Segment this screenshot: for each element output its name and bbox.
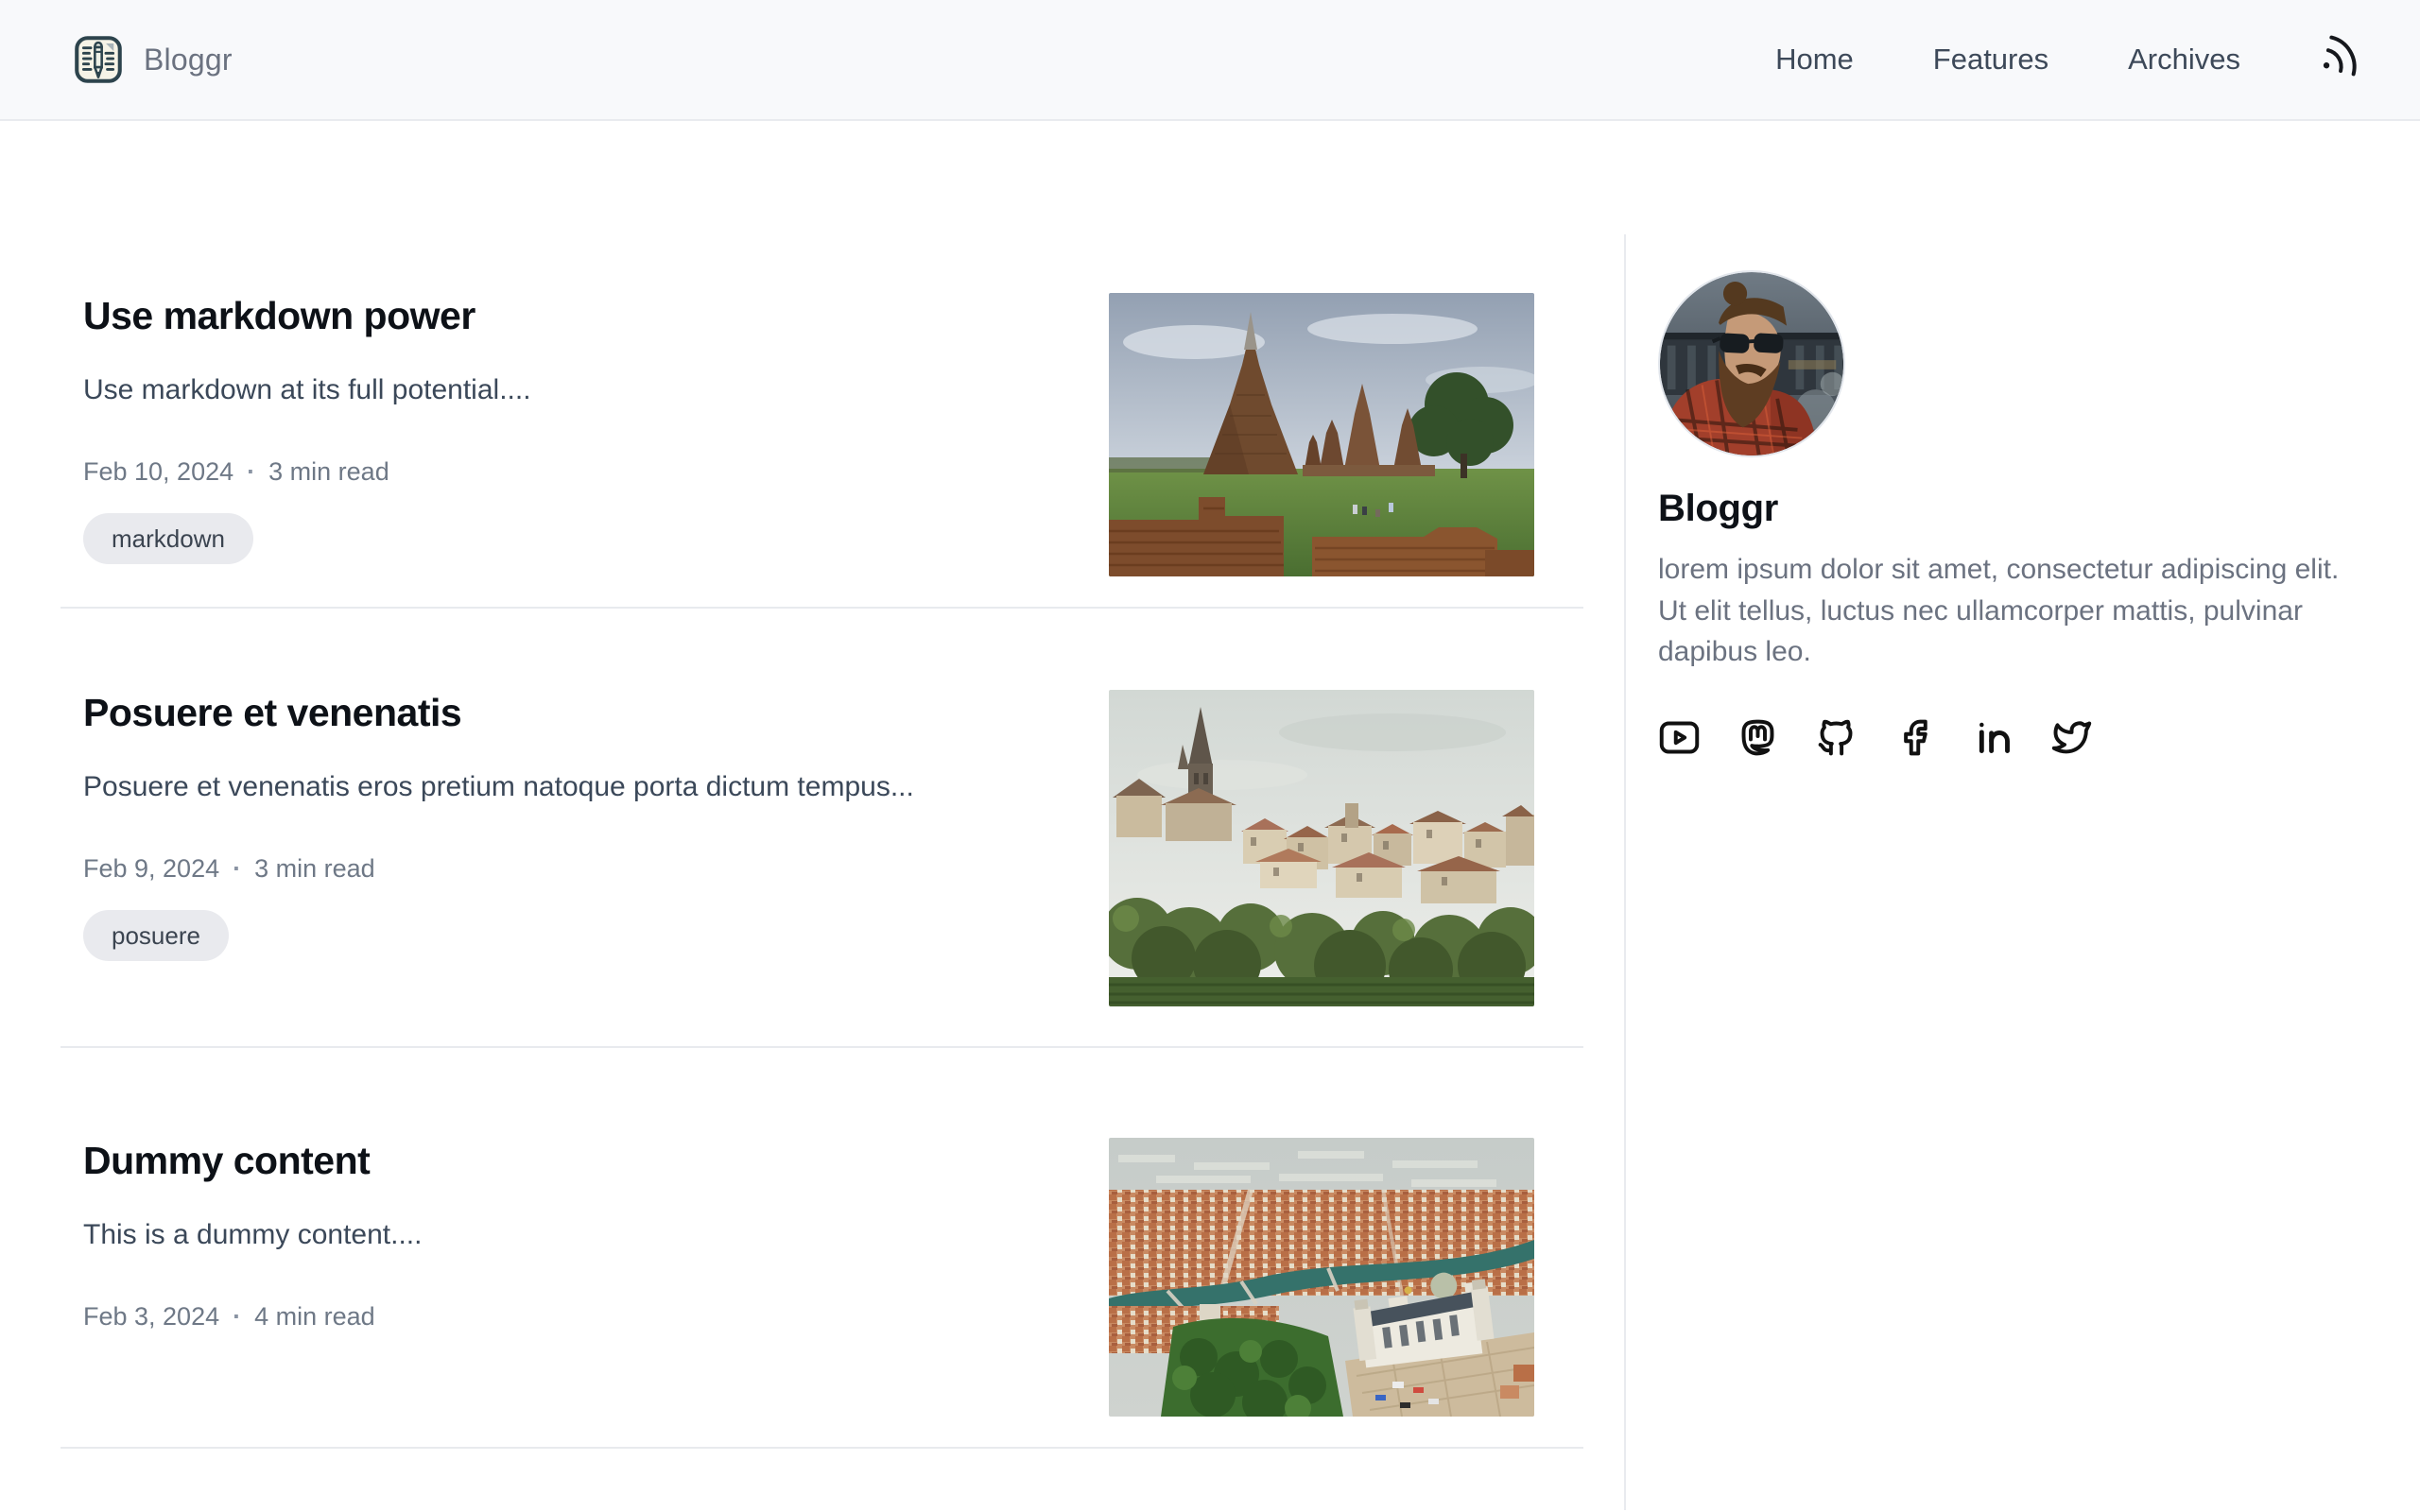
nav-link-features[interactable]: Features — [1933, 43, 2048, 77]
brand[interactable]: Bloggr — [74, 35, 233, 84]
post-date: Feb 3, 2024 — [83, 1302, 219, 1332]
post-title-link[interactable]: Dummy content — [83, 1138, 1071, 1183]
post-tags: posuere — [83, 910, 1071, 961]
linkedin-link[interactable] — [1972, 716, 2014, 764]
post-title-link[interactable]: Posuere et venenatis — [83, 690, 1071, 735]
post-excerpt: Posuere et venenatis eros pretium natoqu… — [83, 767, 1071, 807]
sidebar-title: Bloggr — [1658, 488, 2368, 530]
sidebar: Bloggr lorem ipsum dolor sit amet, conse… — [1624, 234, 2420, 1510]
tag-pill[interactable]: posuere — [83, 910, 229, 961]
post-thumbnail aerial-city-basilica-photo[interactable] — [1109, 1138, 1534, 1417]
post-excerpt: Use markdown at its full potential.... — [83, 370, 1071, 410]
github-icon — [1815, 716, 1858, 764]
post-date: Feb 9, 2024 — [83, 854, 219, 884]
meta-separator: · — [233, 854, 241, 884]
post-meta: Feb 3, 2024 · 4 min read — [83, 1302, 1071, 1332]
header: Bloggr Home Features Archives — [0, 0, 2420, 121]
post-item: Posuere et venenatis Posuere et venenati… — [60, 609, 1583, 1048]
social-links — [1658, 716, 2368, 764]
post-read-time: 4 min read — [254, 1302, 375, 1332]
youtube-icon — [1658, 716, 1701, 764]
rss-icon — [2320, 33, 2365, 86]
notepad-pencil-logo-icon — [74, 35, 123, 84]
post-list: Use markdown power Use markdown at its f… — [60, 234, 1583, 1510]
post-read-time: 3 min read — [268, 457, 389, 487]
meta-separator: · — [247, 457, 255, 487]
post-meta: Feb 10, 2024 · 3 min read — [83, 457, 1071, 487]
twitter-icon — [2050, 716, 2093, 764]
post-item: Use markdown power Use markdown at its f… — [60, 234, 1583, 609]
main-nav: Home Features Archives — [1696, 33, 2365, 86]
github-link[interactable] — [1815, 716, 1858, 764]
post-text: Use markdown power Use markdown at its f… — [83, 293, 1109, 576]
facebook-link[interactable] — [1893, 716, 1936, 764]
post-thumbnail hillside-town-cathedral-photo[interactable] — [1109, 690, 1534, 1006]
post-tags: markdown — [83, 513, 1071, 564]
facebook-icon — [1893, 716, 1936, 764]
post-text: Dummy content This is a dummy content...… — [83, 1138, 1109, 1417]
nav-link-home[interactable]: Home — [1775, 43, 1854, 77]
main-layout: Use markdown power Use markdown at its f… — [60, 234, 2420, 1510]
post-date: Feb 10, 2024 — [83, 457, 233, 487]
post-excerpt: This is a dummy content.... — [83, 1215, 1071, 1255]
avatar bearded-man-portrait — [1658, 270, 1845, 457]
nav-link-archives[interactable]: Archives — [2128, 43, 2240, 77]
post-text: Posuere et venenatis Posuere et venenati… — [83, 690, 1109, 1006]
tag-pill[interactable]: markdown — [83, 513, 253, 564]
rss-feed-button[interactable] — [2320, 33, 2365, 86]
mastodon-icon — [1737, 716, 1779, 764]
mastodon-link[interactable] — [1737, 716, 1779, 764]
post-read-time: 3 min read — [254, 854, 375, 884]
youtube-link[interactable] — [1658, 716, 1701, 764]
twitter-link[interactable] — [2050, 716, 2093, 764]
brand-name: Bloggr — [144, 43, 233, 77]
post-thumbnail ayutthaya-temple-ruins-photo[interactable] — [1109, 293, 1534, 576]
post-title-link[interactable]: Use markdown power — [83, 293, 1071, 338]
post-item: Dummy content This is a dummy content...… — [60, 1048, 1583, 1449]
meta-separator: · — [233, 1302, 241, 1332]
linkedin-icon — [1972, 716, 2014, 764]
post-meta: Feb 9, 2024 · 3 min read — [83, 854, 1071, 884]
sidebar-description: lorem ipsum dolor sit amet, consectetur … — [1658, 549, 2368, 673]
